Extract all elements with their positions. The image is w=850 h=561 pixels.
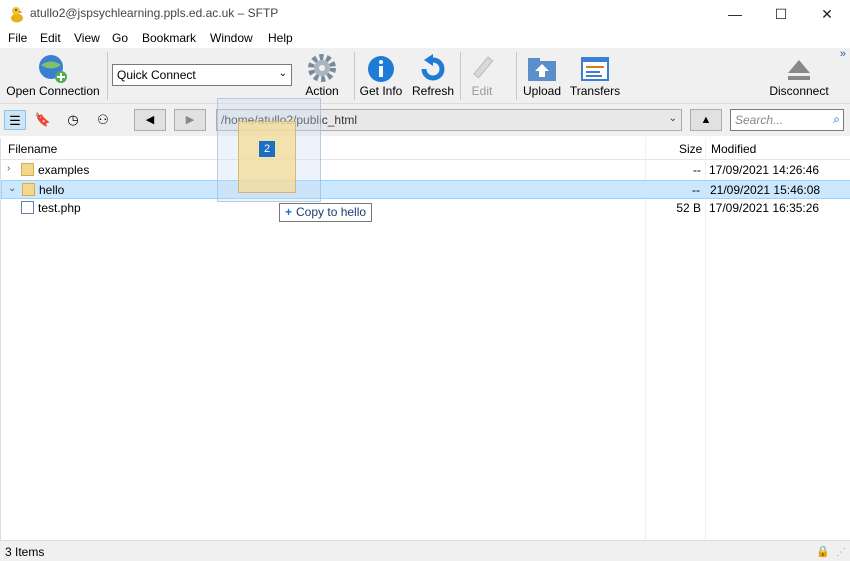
bookmarks-icon[interactable]: 🔖 <box>32 110 54 130</box>
browser-view-icon[interactable]: ☰ <box>4 110 26 130</box>
maximize-button[interactable]: ☐ <box>758 0 804 28</box>
upload-button[interactable]: Upload <box>520 50 564 102</box>
window-title: atullo2@jspsychlearning.ppls.ed.ac.uk – … <box>30 6 279 20</box>
title-bar: atullo2@jspsychlearning.ppls.ed.ac.uk – … <box>0 0 850 28</box>
column-header: Filename Size Modified <box>1 138 850 160</box>
back-button[interactable]: ◀ <box>134 109 166 131</box>
open-connection-button[interactable]: Open Connection <box>4 50 102 102</box>
toolbar-overflow-icon[interactable]: » <box>840 48 846 60</box>
column-size[interactable]: Size <box>679 142 702 156</box>
column-filename[interactable]: Filename <box>8 142 57 156</box>
menu-go[interactable]: Go <box>112 31 128 45</box>
menu-bookmark[interactable]: Bookmark <box>142 31 196 45</box>
menu-view[interactable]: View <box>74 31 100 45</box>
transfers-button[interactable]: Transfers <box>568 50 622 102</box>
parent-directory-button[interactable]: ▲ <box>690 109 722 131</box>
upload-folder-icon <box>528 58 556 81</box>
lock-icon: 🔒 <box>816 546 830 558</box>
disconnect-button[interactable]: Disconnect <box>764 50 834 102</box>
gear-icon <box>308 54 336 82</box>
drag-ghost: 2 <box>217 98 321 202</box>
file-row-test-php[interactable]: test.php 52 B 17/09/2021 16:35:26 <box>1 199 850 218</box>
dragged-folder-icon <box>238 121 296 193</box>
eject-icon <box>788 60 810 80</box>
transfers-window-icon <box>581 57 609 81</box>
plus-icon: + <box>285 205 293 219</box>
toolbar-separator <box>107 52 108 100</box>
action-button[interactable]: Action <box>296 50 348 102</box>
chevron-down-icon: ⌄ <box>278 68 287 79</box>
navigation-bar: ☰ 🔖 ◷ ⚇ ◀ ▶ /home/atullo2/public_html ⌄ … <box>0 104 850 136</box>
menu-file[interactable]: File <box>8 31 27 45</box>
folder-icon <box>21 163 34 176</box>
resize-grip-icon[interactable]: ⋰ <box>836 547 846 558</box>
toolbar-separator <box>516 52 517 100</box>
menu-bar: File Edit View Go Bookmark Window Help <box>0 28 850 48</box>
drop-tooltip: + Copy to hello <box>279 203 373 222</box>
collapse-icon[interactable]: ⌄ <box>8 183 16 194</box>
file-row-hello[interactable]: ⌄ hello -- 21/09/2021 15:46:08 <box>1 180 850 199</box>
search-icon: ⌕ <box>833 112 840 126</box>
bonjour-icon[interactable]: ⚇ <box>92 110 114 130</box>
toolbar: Open Connection Quick Connect ⌄ Action G… <box>0 48 850 104</box>
info-icon <box>368 56 394 82</box>
column-modified[interactable]: Modified <box>711 142 756 156</box>
folder-icon <box>22 183 35 196</box>
search-input[interactable]: Search... ⌕ <box>730 109 844 131</box>
pencil-icon <box>473 56 494 79</box>
expand-icon[interactable]: › <box>7 163 10 174</box>
minimize-button[interactable]: — <box>712 0 758 28</box>
item-count: 3 Items <box>5 545 45 559</box>
toolbar-separator <box>460 52 461 100</box>
quick-connect-select[interactable]: Quick Connect ⌄ <box>112 64 292 86</box>
file-browser: Filename Size Modified › examples -- 17/… <box>0 138 850 540</box>
refresh-button[interactable]: Refresh <box>410 50 456 102</box>
drag-count-badge: 2 <box>259 141 275 157</box>
edit-button[interactable]: Edit <box>464 50 500 102</box>
menu-edit[interactable]: Edit <box>40 31 61 45</box>
history-icon[interactable]: ◷ <box>62 110 84 130</box>
file-row-examples[interactable]: › examples -- 17/09/2021 14:26:46 <box>1 161 850 180</box>
menu-window[interactable]: Window <box>210 31 253 45</box>
forward-button[interactable]: ▶ <box>174 109 206 131</box>
status-bar: 3 Items 🔒 ⋰ <box>0 540 850 561</box>
close-button[interactable]: ✕ <box>804 0 850 28</box>
refresh-icon <box>421 54 445 81</box>
globe-add-icon <box>39 55 67 83</box>
get-info-button[interactable]: Get Info <box>358 50 404 102</box>
toolbar-separator <box>354 52 355 100</box>
chevron-down-icon: ⌄ <box>668 113 677 124</box>
app-duck-icon <box>11 7 23 23</box>
menu-help[interactable]: Help <box>268 31 293 45</box>
file-icon <box>21 201 34 214</box>
